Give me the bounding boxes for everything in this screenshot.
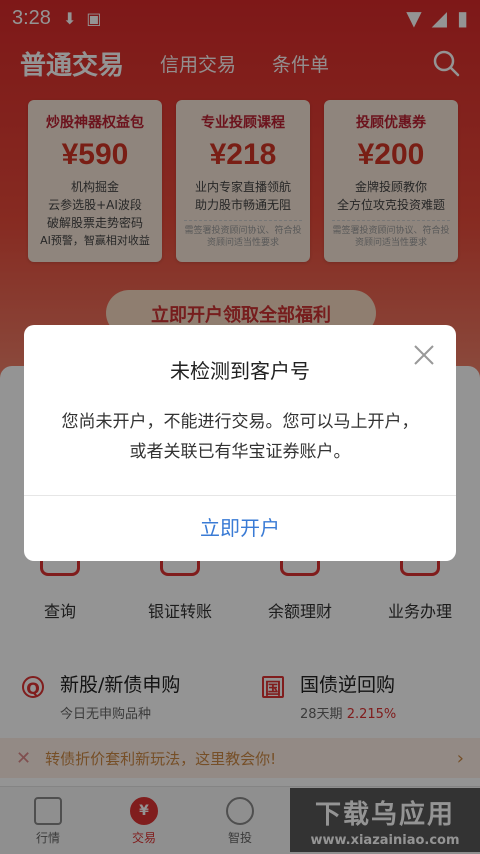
no-account-dialog: 未检测到客户号 您尚未开户，不能进行交易。您可以马上开户，或者关联已有华宝证券账…: [24, 325, 456, 561]
open-account-button[interactable]: 立即开户: [24, 496, 456, 561]
dialog-title: 未检测到客户号: [170, 359, 310, 383]
dialog-message: 您尚未开户，不能进行交易。您可以马上开户，或者关联已有华宝证券账户。: [61, 412, 419, 462]
close-icon[interactable]: [412, 343, 436, 367]
